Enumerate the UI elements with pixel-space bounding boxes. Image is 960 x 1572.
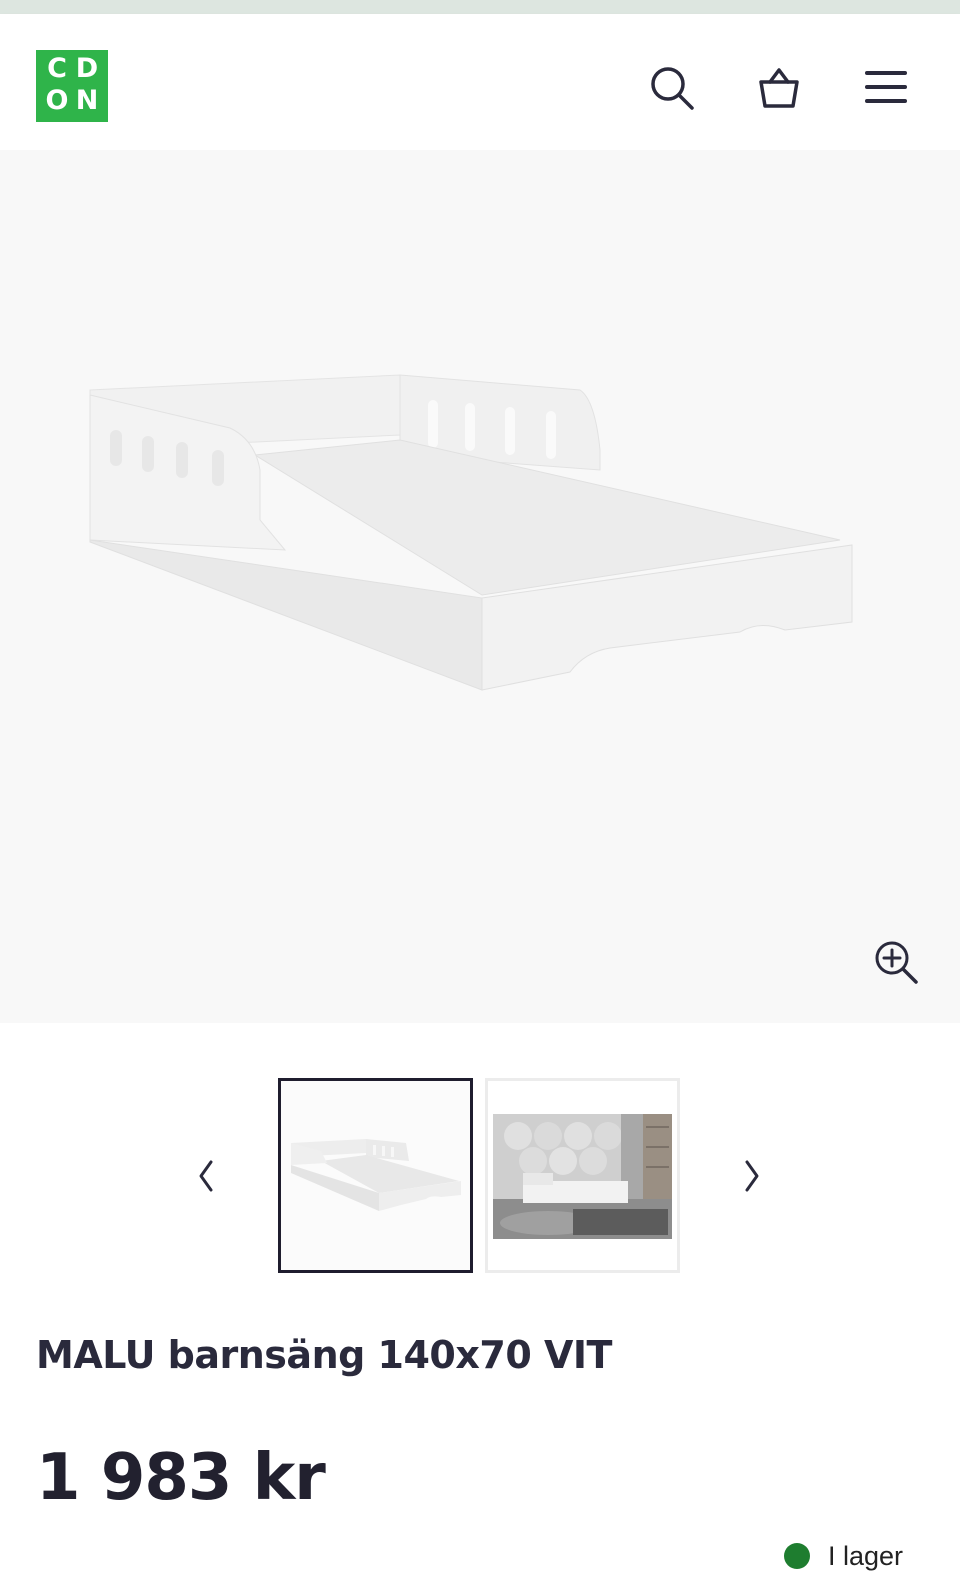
menu-button[interactable] [862, 64, 910, 112]
basket-button[interactable] [755, 64, 803, 112]
bed-image [89, 374, 853, 691]
thumbnail-room-image [488, 1081, 677, 1270]
stock-status: I lager [784, 1540, 903, 1572]
product-main-image[interactable] [0, 150, 960, 1023]
chevron-right-icon [745, 1160, 759, 1192]
site-header: C D O N [0, 14, 960, 150]
thumbnail-1[interactable] [278, 1078, 473, 1273]
gallery-next-button[interactable] [732, 1152, 772, 1200]
thumbnail-bed-image [281, 1081, 470, 1270]
product-title: MALU barnsäng 140x70 VIT [36, 1333, 612, 1377]
thumbnail-2[interactable] [485, 1078, 680, 1273]
logo-letter: C [47, 53, 67, 84]
logo-letter: N [75, 85, 99, 116]
chevron-left-icon [199, 1160, 213, 1192]
stock-label: I lager [828, 1541, 904, 1571]
status-strip [0, 0, 960, 14]
stock-indicator-dot [784, 1543, 810, 1569]
search-button[interactable] [648, 64, 696, 112]
search-icon [651, 67, 694, 110]
menu-icon [865, 71, 907, 103]
basket-icon [759, 68, 799, 108]
logo-letter: D [75, 53, 99, 84]
cdon-logo[interactable]: C D O N [36, 50, 108, 122]
logo-letter: O [45, 85, 69, 116]
zoom-in-icon [875, 941, 918, 984]
gallery-prev-button[interactable] [186, 1152, 226, 1200]
zoom-button[interactable] [872, 938, 920, 986]
product-price: 1 983 kr [36, 1441, 326, 1515]
